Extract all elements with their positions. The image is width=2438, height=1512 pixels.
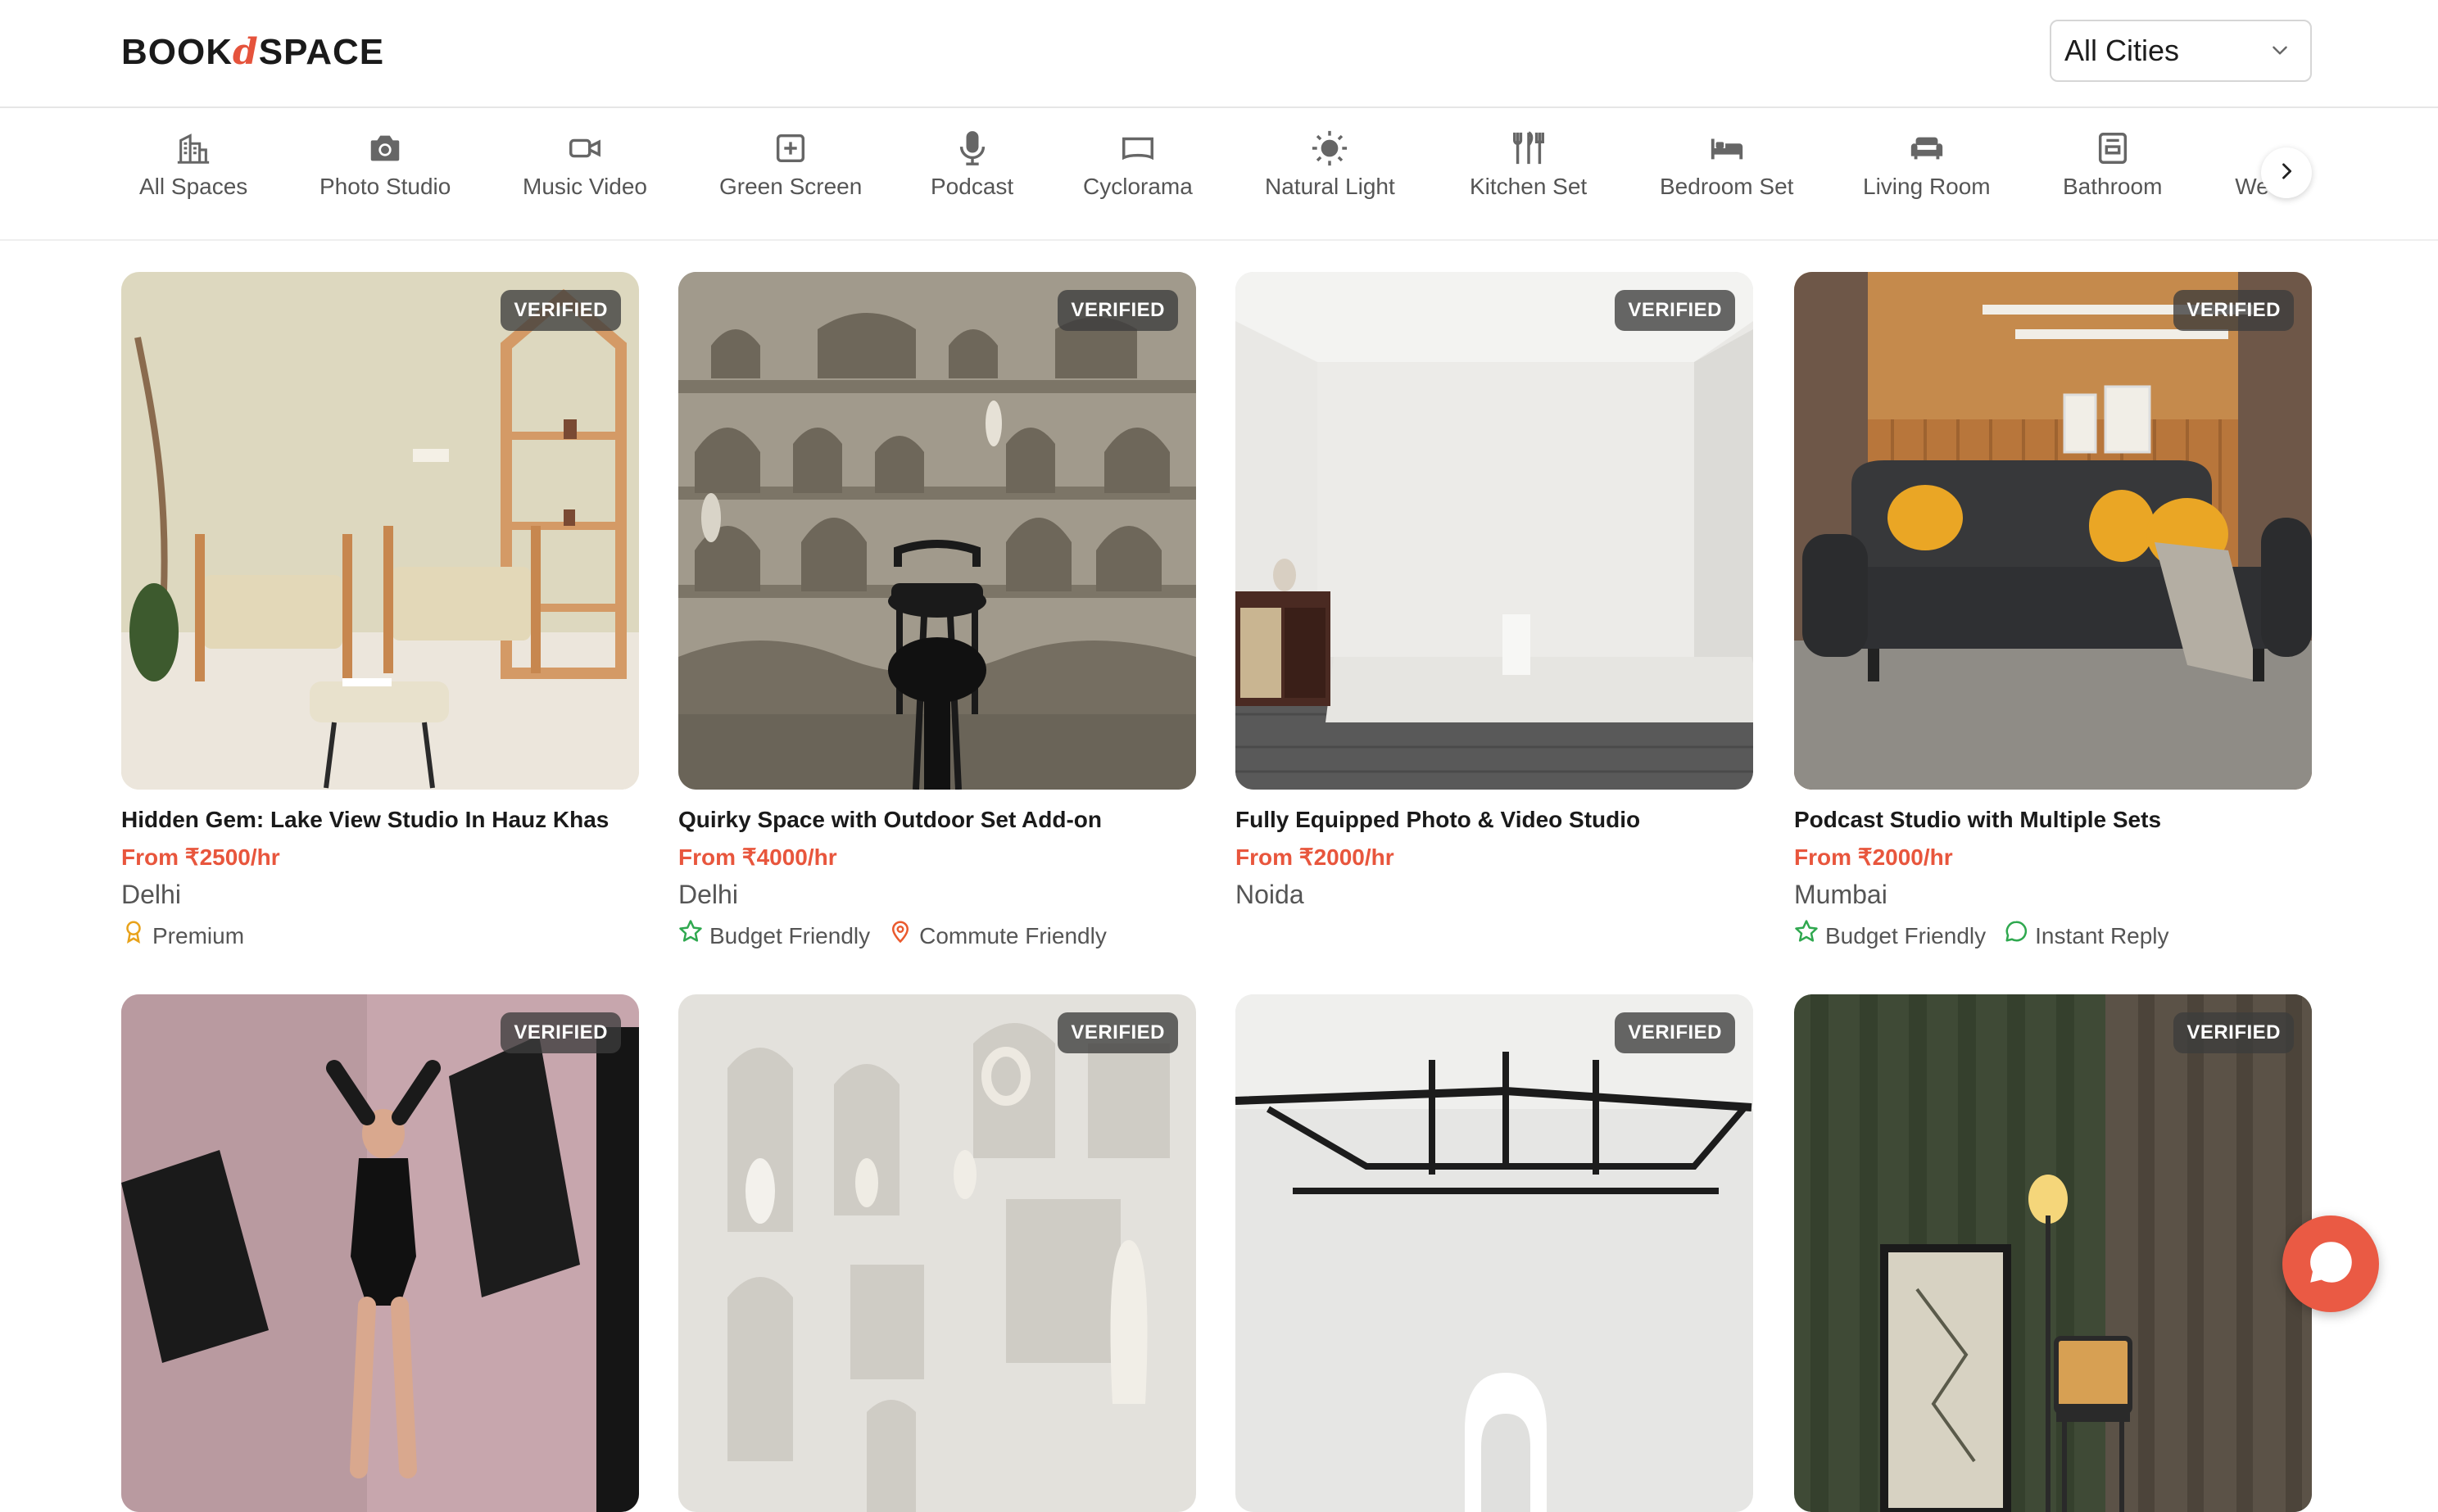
verified-badge: VERIFIED xyxy=(1615,290,1735,331)
award-icon xyxy=(121,919,146,953)
chat-widget-button[interactable] xyxy=(2282,1215,2379,1312)
sun-icon xyxy=(1311,129,1348,167)
tag-premium: Premium xyxy=(121,919,244,953)
listing-card[interactable]: VERIFIED Podcast Studio with Multiple Se… xyxy=(1794,272,2312,953)
category-living-room[interactable]: Living Room xyxy=(1863,126,1991,224)
category-kitchen-set[interactable]: Kitchen Set xyxy=(1470,126,1587,224)
category-strip[interactable]: All Spaces Photo Studio Music Video Gree… xyxy=(121,108,2312,239)
listing-price: From ₹2500/hr xyxy=(121,844,280,870)
map-pin-icon xyxy=(888,919,913,953)
chevron-down-icon xyxy=(2269,34,2291,68)
city-dropdown[interactable]: All Cities xyxy=(2050,20,2312,82)
listing-photo[interactable]: VERIFIED xyxy=(1235,994,1753,1512)
listing-tags: Premium xyxy=(121,919,639,953)
category-green-screen[interactable]: Green Screen xyxy=(719,126,862,224)
utensils-icon xyxy=(1510,129,1548,167)
listing-card[interactable]: VERIFIED Fully Equipped Photo & Video St… xyxy=(1235,272,1753,912)
listing-photo[interactable]: VERIFIED xyxy=(121,994,639,1512)
verified-badge: VERIFIED xyxy=(501,290,621,331)
city-dropdown-value: All Cities xyxy=(2064,34,2180,67)
listing-card[interactable]: VERIFIED xyxy=(1794,994,2312,1512)
star-icon xyxy=(678,919,703,953)
star-icon xyxy=(1794,919,1819,953)
category-bedroom-set[interactable]: Bedroom Set xyxy=(1660,126,1793,224)
listing-tags: Budget Friendly Instant Reply xyxy=(1794,919,2312,953)
listing-photo[interactable]: VERIFIED xyxy=(1794,994,2312,1512)
chat-bubble-icon xyxy=(2304,1235,2358,1293)
category-bar: All Spaces Photo Studio Music Video Gree… xyxy=(0,108,2438,241)
verified-badge: VERIFIED xyxy=(2173,290,2294,331)
chevron-right-icon xyxy=(2275,160,2298,187)
tag-budget-friendly: Budget Friendly xyxy=(678,919,870,953)
tag-budget-friendly: Budget Friendly xyxy=(1794,919,1986,953)
listing-price: From ₹2000/hr xyxy=(1794,844,1953,870)
video-camera-icon xyxy=(566,129,604,167)
listing-price: From ₹2000/hr xyxy=(1235,844,1394,870)
category-next-button[interactable] xyxy=(2261,147,2312,198)
category-cyclorama[interactable]: Cyclorama xyxy=(1083,126,1193,224)
verified-badge: VERIFIED xyxy=(2173,1012,2294,1053)
listing-card[interactable]: VERIFIED Hidden Gem: Lake View Studio In… xyxy=(121,272,639,953)
green-screen-icon xyxy=(772,129,809,167)
verified-badge: VERIFIED xyxy=(501,1012,621,1053)
listing-title[interactable]: Quirky Space with Outdoor Set Add-on xyxy=(678,804,1196,835)
listing-city: Mumbai xyxy=(1794,880,1887,909)
category-photo-studio[interactable]: Photo Studio xyxy=(319,126,451,224)
listing-tags: Budget Friendly Commute Friendly xyxy=(678,919,1196,953)
listing-photo[interactable]: VERIFIED xyxy=(678,272,1196,790)
microphone-icon xyxy=(954,129,991,167)
camera-icon xyxy=(366,129,404,167)
category-music-video[interactable]: Music Video xyxy=(523,126,647,224)
listing-photo[interactable]: VERIFIED xyxy=(1235,272,1753,790)
tag-commute-friendly: Commute Friendly xyxy=(888,919,1107,953)
category-bathroom[interactable]: Bathroom xyxy=(2063,126,2162,224)
chat-bubble-icon xyxy=(2004,919,2028,953)
brand-logo[interactable]: BOOKdSPACE xyxy=(121,28,384,77)
listing-price: From ₹4000/hr xyxy=(678,844,837,870)
bathroom-icon xyxy=(2094,129,2132,167)
listing-card[interactable]: VERIFIED Quirky Space with Outdoor Set A… xyxy=(678,272,1196,953)
listing-city: Noida xyxy=(1235,880,1304,909)
tag-instant-reply: Instant Reply xyxy=(2004,919,2169,953)
category-podcast[interactable]: Podcast xyxy=(931,126,1013,224)
top-header: BOOKdSPACE All Cities xyxy=(0,0,2438,108)
verified-badge: VERIFIED xyxy=(1615,1012,1735,1053)
listing-title[interactable]: Podcast Studio with Multiple Sets xyxy=(1794,804,2312,835)
cyclorama-icon xyxy=(1119,129,1157,167)
sofa-icon xyxy=(1908,129,1946,167)
listing-photo[interactable]: VERIFIED xyxy=(121,272,639,790)
listing-title[interactable]: Hidden Gem: Lake View Studio In Hauz Kha… xyxy=(121,804,639,835)
listing-city: Delhi xyxy=(121,880,181,909)
category-all-spaces[interactable]: All Spaces xyxy=(139,126,247,224)
listing-card[interactable]: VERIFIED xyxy=(678,994,1196,1512)
verified-badge: VERIFIED xyxy=(1058,1012,1178,1053)
listing-card[interactable]: VERIFIED xyxy=(121,994,639,1512)
category-natural-light[interactable]: Natural Light xyxy=(1265,126,1395,224)
listing-photo[interactable]: VERIFIED xyxy=(678,994,1196,1512)
bed-icon xyxy=(1708,129,1746,167)
building-icon xyxy=(174,129,212,167)
verified-badge: VERIFIED xyxy=(1058,290,1178,331)
listing-city: Delhi xyxy=(678,880,738,909)
listing-photo[interactable]: VERIFIED xyxy=(1794,272,2312,790)
listing-title[interactable]: Fully Equipped Photo & Video Studio xyxy=(1235,804,1753,835)
listing-card[interactable]: VERIFIED xyxy=(1235,994,1753,1512)
